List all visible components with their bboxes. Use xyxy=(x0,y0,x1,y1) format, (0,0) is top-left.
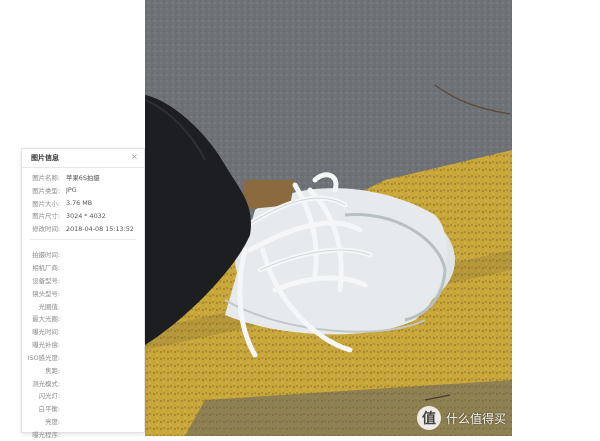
info-value: 2018-04-08 15:13:52 xyxy=(66,224,134,233)
exif-row: 拍摄时间: xyxy=(22,248,144,261)
info-value: 3024 * 4032 xyxy=(66,211,106,220)
info-panel-header: 图片信息 × xyxy=(22,149,144,168)
info-row-name: 图片名称: 苹果6S拍摄 xyxy=(22,171,144,184)
info-row-modified: 修改时间: 2018-04-08 15:13:52 xyxy=(22,222,144,235)
exif-row: 焦距: xyxy=(22,364,144,377)
exif-row: 相机厂商: xyxy=(22,261,144,274)
exif-row: 白平衡: xyxy=(22,402,144,415)
info-key: 曝光时间: xyxy=(32,328,60,337)
exif-row: 镜头型号: xyxy=(22,287,144,300)
info-key: 图片类型: xyxy=(32,186,60,195)
info-key: 测光模式: xyxy=(32,379,60,388)
exif-row: ISO感光度: xyxy=(22,351,144,364)
info-key: 曝光补偿: xyxy=(32,341,60,350)
info-key: 亮度: xyxy=(45,418,60,427)
exif-info-list: 拍摄时间: 相机厂商: 设备型号: 镜头型号: 光圈值: 最大光圈: 曝光时间:… xyxy=(22,245,144,441)
smzdm-logo-icon: 值 xyxy=(416,406,441,430)
exif-row: 设备型号: xyxy=(22,274,144,287)
info-key: 最大光圈: xyxy=(32,315,60,324)
info-value: 3.76 MB xyxy=(66,199,93,208)
photo-image xyxy=(145,0,512,436)
info-key: 曝光程序: xyxy=(32,430,60,439)
info-value: JPG xyxy=(66,186,77,195)
info-key: 修改时间: xyxy=(32,225,60,234)
exif-row: 曝光程序: xyxy=(22,428,144,441)
exif-row: 曝光时间: xyxy=(22,325,144,338)
info-key: 图片大小: xyxy=(32,199,60,208)
info-key: 闪光灯: xyxy=(38,392,60,401)
info-key: 拍摄时间: xyxy=(32,251,60,260)
divider xyxy=(30,239,136,241)
image-info-panel: 图片信息 × 图片名称: 苹果6S拍摄 图片类型: JPG 图片大小: 3.76… xyxy=(21,148,145,439)
info-key: 光圈值: xyxy=(38,302,60,311)
exif-row: 测光模式: xyxy=(22,377,144,390)
watermark-text: 什么值得买 xyxy=(445,411,506,426)
info-key: 图片名称: xyxy=(32,173,60,182)
info-key: 图片尺寸: xyxy=(32,212,60,221)
close-icon[interactable]: × xyxy=(129,151,140,162)
watermark: 值 什么值得买 xyxy=(416,406,506,430)
info-row-dimensions: 图片尺寸: 3024 * 4032 xyxy=(22,210,144,223)
info-value: 苹果6S拍摄 xyxy=(66,173,100,182)
info-key: ISO感光度: xyxy=(27,353,60,362)
image-viewer: 值 什么值得买 图片信息 × 图片名称: 苹果6S拍摄 图片类型: JPG 图片… xyxy=(0,0,600,439)
info-row-size: 图片大小: 3.76 MB xyxy=(22,197,144,210)
info-key: 焦距: xyxy=(45,366,60,375)
exif-row: 闪光灯: xyxy=(22,390,144,403)
photo-preview: 值 什么值得买 xyxy=(145,0,512,436)
info-key: 白平衡: xyxy=(38,405,60,414)
exif-row: 光圈值: xyxy=(22,300,144,313)
info-key: 相机厂商: xyxy=(32,263,60,272)
info-key: 镜头型号: xyxy=(32,289,60,298)
exif-row: 亮度: xyxy=(22,415,144,428)
info-key: 设备型号: xyxy=(32,276,60,285)
basic-info-list: 图片名称: 苹果6S拍摄 图片类型: JPG 图片大小: 3.76 MB 图片尺… xyxy=(22,168,144,235)
info-panel-title: 图片信息 xyxy=(31,154,59,162)
exif-row: 曝光补偿: xyxy=(22,338,144,351)
exif-row: 最大光圈: xyxy=(22,312,144,325)
info-row-type: 图片类型: JPG xyxy=(22,184,144,197)
